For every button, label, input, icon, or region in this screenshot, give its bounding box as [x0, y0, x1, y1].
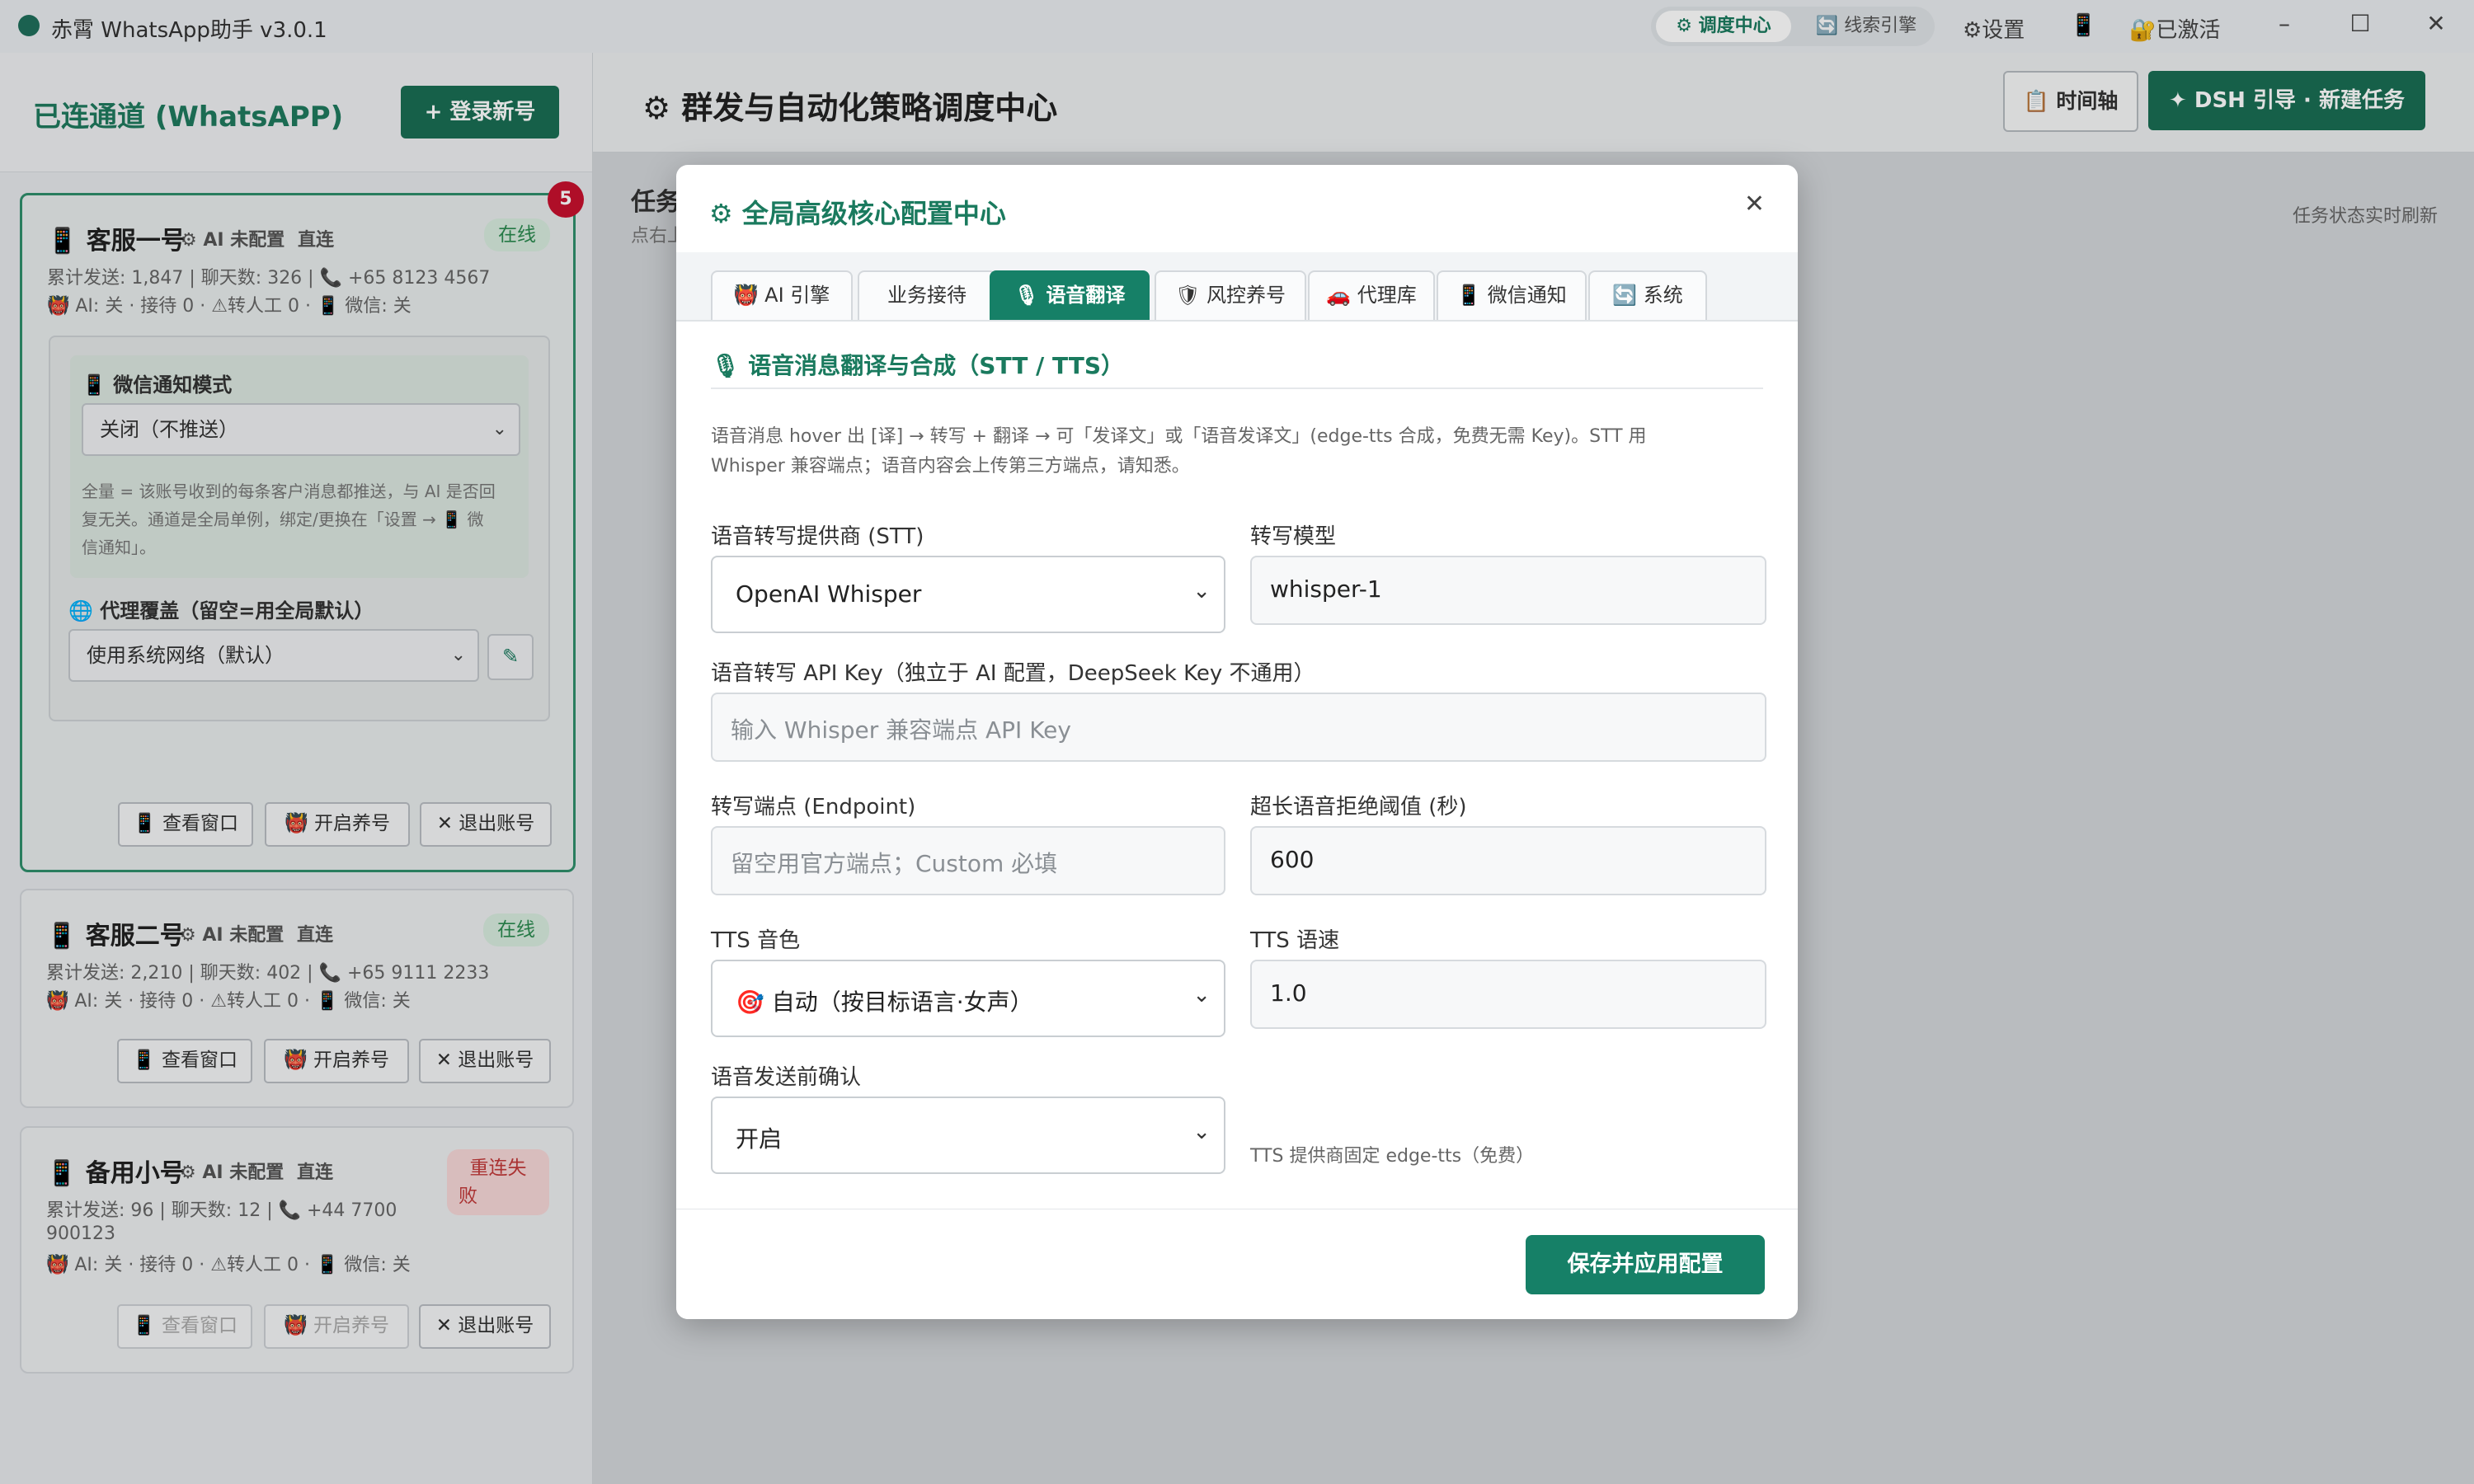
threshold-value: 600	[1270, 846, 1315, 873]
modal-title: ⚙ 全局高级核心配置中心	[709, 198, 1006, 229]
section-title: 🎙 语音消息翻译与合成（STT / TTS）	[711, 352, 1125, 379]
section-divider	[711, 387, 1763, 389]
threshold-label: 超长语音拒绝阈值 (秒)	[1250, 795, 1467, 819]
stt-provider-value: OpenAI Whisper	[736, 580, 922, 608]
tab-system[interactable]: 🔄 系统	[1588, 270, 1707, 320]
tab-wechat-notify[interactable]: 📱 微信通知	[1437, 270, 1587, 320]
model-value: whisper-1	[1270, 575, 1382, 603]
threshold-input[interactable]: 600	[1250, 826, 1766, 895]
tts-voice-value: 🎯 自动（按目标语言·女声）	[736, 989, 1033, 1016]
confirm-value: 开启	[736, 1125, 783, 1153]
chevron-down-icon: ⌄	[1192, 1120, 1211, 1144]
tts-provider-hint: TTS 提供商固定 edge-tts（免费）	[1250, 1146, 1535, 1167]
stt-provider-label: 语音转写提供商 (STT)	[711, 524, 924, 549]
endpoint-label: 转写端点 (Endpoint)	[711, 795, 916, 819]
tts-speed-label: TTS 语速	[1250, 928, 1340, 953]
api-key-placeholder: 输入 Whisper 兼容端点 API Key	[731, 716, 1071, 744]
endpoint-placeholder: 留空用官方端点；Custom 必填	[731, 850, 1058, 877]
confirm-select[interactable]: 开启 ⌄	[711, 1097, 1225, 1174]
modal-close-icon[interactable]: ✕	[1744, 190, 1765, 218]
config-tabs: 👹 AI 引擎 业务接待 🎙 语音翻译 🛡 风控养号 🚗 代理库 📱 微信通知 …	[676, 252, 1798, 322]
tab-business[interactable]: 业务接待	[858, 270, 996, 320]
model-label: 转写模型	[1250, 524, 1337, 549]
api-key-input[interactable]: 输入 Whisper 兼容端点 API Key	[711, 693, 1766, 762]
modal-header: ⚙ 全局高级核心配置中心 ✕	[676, 165, 1798, 253]
tab-risk-control[interactable]: 🛡 风控养号	[1155, 270, 1306, 320]
confirm-label: 语音发送前确认	[711, 1065, 862, 1090]
tts-voice-select[interactable]: 🎯 自动（按目标语言·女声） ⌄	[711, 960, 1225, 1037]
tts-voice-label: TTS 音色	[711, 928, 801, 953]
api-key-label: 语音转写 API Key（独立于 AI 配置，DeepSeek Key 不通用）	[711, 661, 1315, 686]
endpoint-input[interactable]: 留空用官方端点；Custom 必填	[711, 826, 1225, 895]
desc-line-2: Whisper 兼容端点；语音内容会上传第三方端点，请知悉。	[711, 456, 1190, 477]
tab-proxy-pool[interactable]: 🚗 代理库	[1308, 270, 1435, 320]
tab-voice-translate[interactable]: 🎙 语音翻译	[990, 270, 1150, 320]
chevron-down-icon: ⌄	[1192, 579, 1211, 603]
chevron-down-icon: ⌄	[1192, 983, 1211, 1007]
config-modal: ⚙ 全局高级核心配置中心 ✕ 👹 AI 引擎 业务接待 🎙 语音翻译 🛡 风控养…	[676, 165, 1798, 1319]
desc-line-1: 语音消息 hover 出 [译] → 转写 + 翻译 → 可「发译文」或「语音发…	[711, 426, 1647, 447]
save-config-button[interactable]: 保存并应用配置	[1526, 1235, 1765, 1294]
model-input[interactable]: whisper-1	[1250, 556, 1766, 625]
section-description: 语音消息 hover 出 [译] → 转写 + 翻译 → 可「发译文」或「语音发…	[711, 422, 1750, 481]
stt-provider-select[interactable]: OpenAI Whisper ⌄	[711, 556, 1225, 633]
tts-speed-value: 1.0	[1270, 979, 1307, 1007]
tts-speed-input[interactable]: 1.0	[1250, 960, 1766, 1029]
tab-ai-engine[interactable]: 👹 AI 引擎	[711, 270, 853, 320]
